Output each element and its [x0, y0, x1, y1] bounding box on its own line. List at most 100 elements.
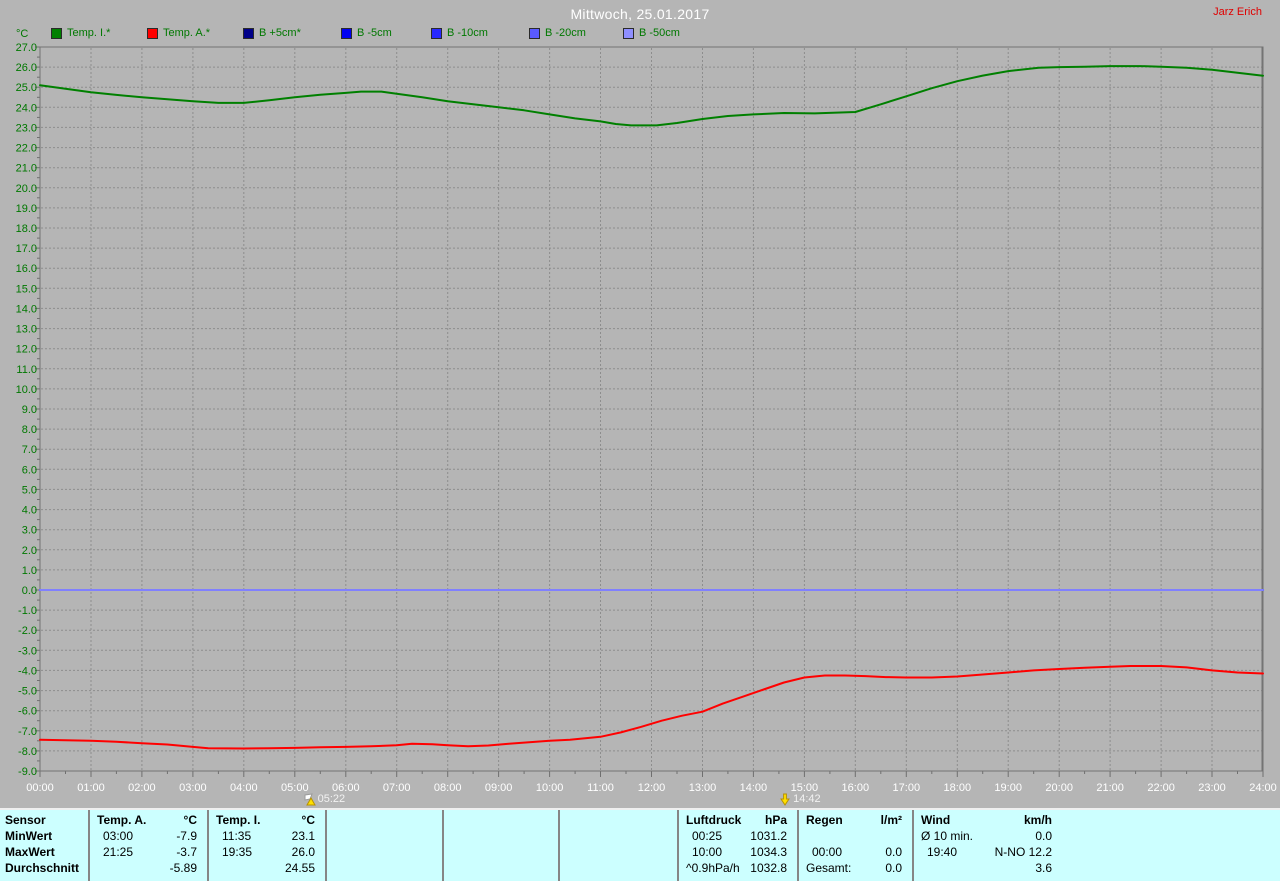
- stat-row-label: MaxWert: [0, 844, 86, 860]
- stat-value-row: 03:00 -7.9: [90, 828, 205, 844]
- x-axis-label: 08:00: [434, 782, 462, 794]
- x-axis-label: 17:00: [893, 782, 921, 794]
- y-axis-label: -8.0: [18, 746, 37, 758]
- stat-value: 3.6: [1035, 860, 1052, 876]
- y-axis-label: 14.0: [16, 303, 37, 315]
- x-axis-label: 10:00: [536, 782, 564, 794]
- stat-header-name: Wind: [921, 812, 950, 828]
- stat-column-header: Temp. I. °C: [209, 812, 323, 828]
- x-axis-label: 01:00: [77, 782, 105, 794]
- stat-value-row: Gesamt: 0.0: [799, 860, 910, 876]
- x-axis-label: 13:00: [689, 782, 717, 794]
- stat-time: Gesamt:: [806, 860, 851, 876]
- stat-value-row: -5.89: [90, 860, 205, 876]
- y-axis-label: 11.0: [16, 364, 37, 376]
- y-axis-label: 20.0: [16, 183, 37, 195]
- stat-time: 11:35: [222, 828, 251, 844]
- y-axis-label: 8.0: [22, 424, 37, 436]
- y-axis-label: 1.0: [22, 565, 37, 577]
- stat-value-row: 10:001034.3: [679, 844, 795, 860]
- y-axis-label: 26.0: [16, 62, 37, 74]
- stat-header-unit: km/h: [1024, 812, 1052, 828]
- sun-marker-time: 14:42: [793, 793, 821, 806]
- stat-value-row: 19:40N-NO 12.2: [914, 844, 1060, 860]
- y-axis-label: 23.0: [16, 122, 37, 134]
- sun-marker-set: 14:42: [779, 793, 821, 806]
- stat-row-label: MinWert: [0, 828, 86, 844]
- y-axis-label: -2.0: [18, 625, 37, 637]
- stat-header-name: Temp. I.: [216, 812, 260, 828]
- stat-header-name: Temp. A.: [97, 812, 146, 828]
- table-column-separator: [558, 810, 560, 881]
- stat-time: 03:00: [103, 828, 133, 844]
- stat-value: 0.0: [885, 860, 902, 876]
- stat-column-luftdruck: LuftdruckhPa00:251031.210:001034.3^0.9hP…: [679, 812, 795, 876]
- table-column-separator: [325, 810, 327, 881]
- stat-column-header: LuftdruckhPa: [679, 812, 795, 828]
- sunset-icon: [779, 793, 791, 806]
- stat-row-labels: SensorMinWertMaxWertDurchschnitt: [0, 812, 86, 876]
- stat-time: 10:00: [692, 844, 722, 860]
- x-axis-label: 09:00: [485, 782, 513, 794]
- stat-time: Ø 10 min.: [921, 828, 973, 844]
- x-axis-label: 18:00: [944, 782, 972, 794]
- y-axis-label: -7.0: [18, 726, 37, 738]
- x-axis-label: 04:00: [230, 782, 258, 794]
- x-axis-label: 24:00: [1249, 782, 1277, 794]
- y-axis-label: 10.0: [16, 384, 37, 396]
- y-axis-label: 5.0: [22, 484, 37, 496]
- x-axis-label: 07:00: [383, 782, 411, 794]
- x-axis-label: 16:00: [842, 782, 870, 794]
- weather-app-window: { "header": { "title": "Mittwoch, 25.01.…: [0, 0, 1280, 881]
- stat-column-header: Regen l/m²: [799, 812, 910, 828]
- y-axis-label: 2.0: [22, 545, 37, 557]
- x-axis-label: 00:00: [26, 782, 54, 794]
- stat-column-temp-a: Temp. A.°C03:00 -7.921:25-3.7-5.89: [90, 812, 205, 876]
- stat-value-row: 00:000.0: [799, 844, 910, 860]
- x-axis-label: 11:00: [587, 782, 614, 794]
- stat-header-unit: hPa: [765, 812, 787, 828]
- y-axis-label: 17.0: [16, 243, 37, 255]
- stat-column-header: Temp. A.°C: [90, 812, 205, 828]
- y-axis-label: 25.0: [16, 82, 37, 94]
- x-axis-label: 02:00: [128, 782, 156, 794]
- y-axis-label: -1.0: [18, 605, 37, 617]
- stat-value-row: ^0.9hPa/h1032.8: [679, 860, 795, 876]
- stat-header-name: Regen: [806, 812, 843, 828]
- y-axis-label: 15.0: [16, 283, 37, 295]
- y-axis-label: 12.0: [16, 344, 37, 356]
- stat-row-label: Durchschnitt: [0, 860, 86, 876]
- x-axis-label: 19:00: [994, 782, 1022, 794]
- stat-header-unit: l/m²: [881, 812, 902, 828]
- y-axis-label: 7.0: [22, 444, 37, 456]
- y-axis-label: -4.0: [18, 665, 37, 677]
- temperature-chart: 27.026.025.024.023.022.021.020.019.018.0…: [0, 0, 1280, 808]
- y-axis-label: -9.0: [18, 766, 37, 778]
- stat-header-unit: °C: [302, 812, 315, 828]
- x-axis-label: 03:00: [179, 782, 207, 794]
- stat-value: 26.0: [292, 844, 315, 860]
- stat-value: -3.7: [176, 844, 197, 860]
- y-axis-label: 0.0: [22, 585, 37, 597]
- table-column-separator: [442, 810, 444, 881]
- x-axis-label: 14:00: [740, 782, 768, 794]
- stat-value: N-NO 12.2: [995, 844, 1052, 860]
- stat-column-header: Wind km/h: [914, 812, 1060, 828]
- stat-value: 24.55: [285, 860, 315, 876]
- stat-time: 00:25: [692, 828, 722, 844]
- stat-value-row: 11:35 23.1: [209, 828, 323, 844]
- stat-value: 23.1: [292, 828, 315, 844]
- stat-value-row: 24.55: [209, 860, 323, 876]
- stat-column-wind: Windkm/hØ 10 min.0.019:40N-NO 12.23.6: [914, 812, 1060, 876]
- y-axis-label: 13.0: [16, 324, 37, 336]
- x-axis-label: 21:00: [1096, 782, 1124, 794]
- y-axis-label: 9.0: [22, 404, 37, 416]
- y-axis-label: 22.0: [16, 143, 37, 155]
- y-axis-label: -6.0: [18, 706, 37, 718]
- x-axis-label: 20:00: [1045, 782, 1073, 794]
- y-axis-label: 16.0: [16, 263, 37, 275]
- stat-value-row: 21:25-3.7: [90, 844, 205, 860]
- stat-value: -7.9: [176, 828, 197, 844]
- y-axis-label: 3.0: [22, 525, 37, 537]
- sun-marker-time: 05:22: [318, 793, 346, 806]
